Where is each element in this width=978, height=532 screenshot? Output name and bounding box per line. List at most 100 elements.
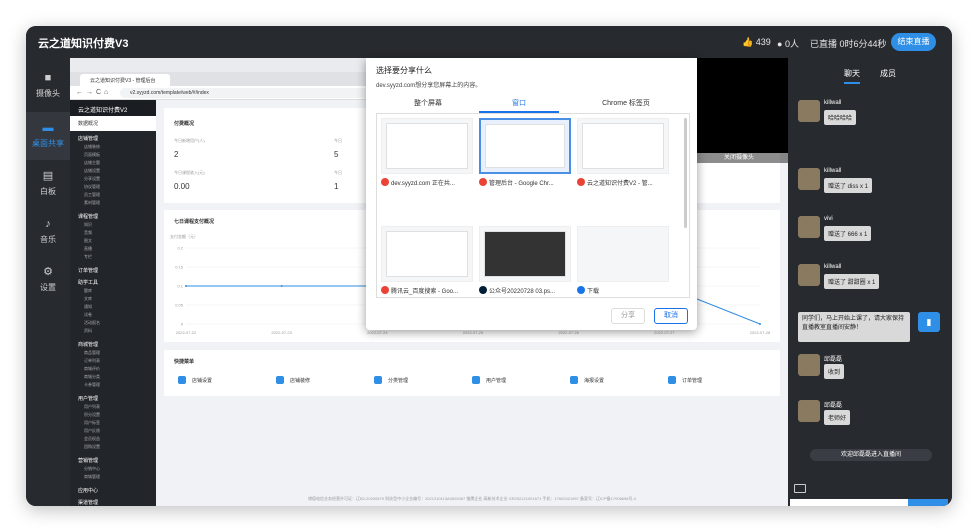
nav-settings[interactable]: ⚙ 设置 (26, 256, 70, 304)
nav-whiteboard[interactable]: ▤ 白板 (26, 160, 70, 208)
inner-menu-item[interactable]: 活动报名 (84, 319, 118, 327)
browser-tab[interactable]: 云之道知识付费V3 - 管理后台 (80, 74, 170, 86)
inner-menu-item[interactable]: 用户列表 (84, 403, 118, 411)
nav-camera[interactable]: ■ 摄像头 (26, 62, 70, 110)
tab-members[interactable]: 成员 (880, 68, 896, 79)
stat-value-users: 2 (174, 150, 179, 159)
viewer-count: ● 0人 (777, 37, 799, 50)
share-button[interactable]: 分享 (611, 308, 645, 324)
inner-menu-section[interactable]: 渠道管理 (70, 495, 156, 506)
quick-menu-card: 快捷菜单 店铺设置 店铺装修 分类管理 用户管理 海报设置 订单管理 (164, 350, 780, 396)
inner-menu-section[interactable]: 应用中心 (70, 483, 156, 495)
inner-menu-item[interactable]: 团购设置 (84, 443, 118, 451)
quick-menu-item[interactable]: 海报设置 (570, 376, 604, 384)
nav-label: 摄像头 (36, 89, 60, 98)
tab-chat[interactable]: 聊天 (844, 68, 860, 84)
inner-menu-item[interactable]: 商城评价 (84, 365, 118, 373)
inner-menu-item[interactable]: 店铺装修 (84, 143, 118, 151)
stat-label-col2: 今日 (334, 138, 342, 143)
inner-menu-subitems: 商品管理 订单列表 商城评价 商城分类 卡券管理 (70, 349, 156, 391)
window-thumbnail[interactable] (577, 226, 669, 282)
shared-screen-stage: 云之道知识付费V3 - 管理后台 ←→C⌂ v2.syyzd.com/templ… (70, 58, 788, 506)
inner-menu-section[interactable]: 店铺管理 (70, 131, 156, 143)
chat-input[interactable] (790, 499, 908, 506)
inner-menu-item[interactable]: 店铺主题 (84, 159, 118, 167)
inner-menu-item[interactable]: 直播 (84, 245, 118, 253)
inner-overview-item[interactable]: 数据概况 (70, 116, 156, 131)
send-button[interactable]: 发送 (908, 499, 948, 506)
welcome-banner: 欢迎邱磊磊进入直播间 (810, 449, 932, 461)
inner-menu-item[interactable]: 订单列表 (84, 357, 118, 365)
message-text: 老师好 (828, 416, 847, 422)
inner-menu-item[interactable]: 协议管理 (84, 183, 118, 191)
window-thumbnail[interactable] (381, 226, 473, 282)
inner-menu-item[interactable]: 会员权益 (84, 435, 118, 443)
inner-menu-item[interactable]: 商城管理 (84, 473, 118, 481)
inner-menu-item[interactable]: 分销中心 (84, 465, 118, 473)
x-tick-label: 2022-07-25 (463, 330, 484, 335)
thumbnail-preview (386, 231, 468, 277)
grid-scrollbar[interactable] (684, 118, 687, 228)
window-thumbnail[interactable] (577, 118, 669, 174)
window-thumbnail[interactable] (381, 118, 473, 174)
message-text: 赠送了 甜甜圈 x 1 (828, 280, 876, 286)
inner-menu-item[interactable]: 音频 (84, 229, 118, 237)
close-camera-button[interactable]: 关闭摄像头 (690, 153, 788, 163)
inner-menu-item[interactable]: 图文 (84, 237, 118, 245)
quick-menu-item[interactable]: 订单管理 (668, 376, 702, 384)
inner-sidebar: 云之道知识付费V2 数据概况 店铺管理 店铺装修 页面模板 店铺主题 店铺设置 分享设置协… (70, 100, 156, 506)
cancel-button[interactable]: 取消 (654, 308, 688, 324)
inner-menu-item[interactable]: 店铺设置 (84, 167, 118, 175)
browser-nav-icons[interactable]: ←→C⌂ (76, 89, 111, 96)
inner-menu-item[interactable]: 试卷 (84, 311, 118, 319)
quick-item-icon (374, 376, 382, 384)
window-thumbnail[interactable] (479, 118, 571, 174)
inner-menu-item[interactable]: 题库 (84, 287, 118, 295)
image-icon[interactable] (794, 484, 806, 493)
inner-menu-item[interactable]: 积分设置 (84, 411, 118, 419)
sender-name: killwall (824, 168, 842, 174)
quick-menu-item[interactable]: 分类管理 (374, 376, 408, 384)
end-live-button[interactable]: 结束直播 (891, 33, 936, 51)
quick-menu-item[interactable]: 店铺装修 (276, 376, 310, 384)
inner-menu-item[interactable]: 专栏 (84, 253, 118, 261)
tab-window[interactable]: 窗口 (479, 98, 559, 113)
inner-menu-section[interactable]: 营销管理 (70, 453, 156, 465)
inner-menu-item[interactable]: 商城分类 (84, 373, 118, 381)
share-dialog: 选择要分享什么 dev.syyzd.com想分享您屏幕上的内容。 整个屏幕 窗口… (366, 58, 697, 330)
inner-menu-item[interactable]: 用户反馈 (84, 427, 118, 435)
inner-menu-item[interactable]: 资料 (84, 327, 118, 335)
tab-chrome-tab[interactable]: Chrome 标签页 (586, 98, 666, 111)
quick-menu-item[interactable]: 店铺设置 (178, 376, 212, 384)
app-title: 云之道知识付费V3 (38, 38, 129, 50)
avatar (798, 216, 820, 238)
quick-menu-item[interactable]: 用户管理 (472, 376, 506, 384)
message-bubble: 老师好 (824, 410, 851, 425)
message-bubble: 赠送了 666 x 1 (824, 226, 872, 241)
inner-menu-item[interactable]: 卡券管理 (84, 381, 118, 389)
inner-menu-item[interactable]: 文库 (84, 295, 118, 303)
inner-menu-item[interactable]: 通知 (84, 303, 118, 311)
inner-menu-item[interactable]: 用户标签 (84, 419, 118, 427)
inner-menu-section[interactable]: 课程管理 (70, 209, 156, 221)
window-thumbnail[interactable] (479, 226, 571, 282)
inner-menu-item[interactable]: 素材管理 (84, 199, 118, 207)
stat-value-col2b: 1 (334, 182, 339, 191)
inner-menu-section[interactable]: 订单管理 (70, 263, 156, 275)
nav-desktop-share[interactable]: ▬ 桌面共享 (26, 112, 70, 160)
inner-menu-section[interactable]: 助学工具 (70, 275, 156, 287)
book-icon[interactable]: ▮ (918, 312, 940, 332)
inner-menu-item[interactable]: 分享设置 (84, 175, 118, 183)
inner-menu-section[interactable]: 用户管理 (70, 391, 156, 403)
inner-menu-item[interactable]: 知识 (84, 221, 118, 229)
inner-menu-item[interactable]: 员工管理 (84, 191, 118, 199)
y-tick-label: 0.1 (177, 284, 183, 289)
tab-entire-screen[interactable]: 整个屏幕 (388, 98, 468, 111)
window-label-text: 云之道知识付费V2 - 管... (587, 181, 653, 187)
inner-menu-item[interactable]: 页面模板 (84, 151, 118, 159)
inner-menu-section[interactable]: 商城管理 (70, 337, 156, 349)
app-icon (577, 286, 585, 294)
inner-menu-item[interactable]: 商品管理 (84, 349, 118, 357)
nav-music[interactable]: ♪ 音乐 (26, 208, 70, 256)
camera-preview (690, 58, 788, 153)
